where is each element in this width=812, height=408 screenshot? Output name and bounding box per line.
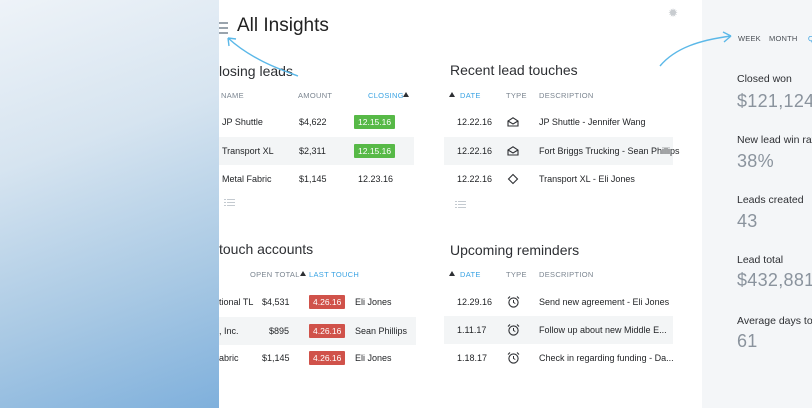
touch-description: Transport XL - Eli Jones	[539, 174, 635, 184]
account-name: abric	[219, 353, 239, 363]
lead-name: Transport XL	[222, 146, 274, 156]
tab-quarter[interactable]: Q	[808, 34, 812, 43]
account-name: , Inc.	[219, 326, 239, 336]
touch-date: 12.22.16	[457, 146, 493, 156]
touch-description: Fort Briggs Trucking - Sean Phillips	[539, 146, 680, 156]
envelope-open-icon	[507, 117, 519, 127]
alarm-clock-icon	[507, 296, 520, 308]
col-type[interactable]: TYPE	[506, 91, 527, 100]
table-row[interactable]: 12.22.16 JP Shuttle - Jennifer Wang	[444, 108, 673, 136]
metric-label-closed-won: Closed won	[737, 73, 792, 85]
metric-label-leads-created: Leads created	[737, 194, 804, 206]
lead-amount: $4,622	[299, 117, 327, 127]
lead-amount: $2,311	[299, 146, 326, 156]
reminder-date: 1.18.17	[457, 353, 488, 363]
table-row[interactable]: JP Shuttle $4,622 12.15.16	[219, 108, 414, 136]
tab-month[interactable]: MONTH	[769, 34, 798, 43]
touch-date: 12.22.16	[457, 117, 493, 127]
lead-amount: $1,145	[299, 174, 327, 184]
tab-week[interactable]: WEEK	[738, 34, 761, 43]
metric-value-leads-created: 43	[737, 211, 758, 231]
list-view-icon[interactable]	[224, 199, 235, 207]
reminder-description: Send new agreement - Eli Jones	[539, 297, 670, 307]
annotation-arrow-icon	[659, 31, 732, 67]
closing-date-badge: 12.15.16	[354, 144, 396, 158]
last-touch-badge: 4.26.16	[309, 324, 346, 338]
reminders-title: Upcoming reminders	[450, 242, 580, 258]
alarm-clock-icon	[507, 324, 520, 336]
table-row[interactable]: 12.22.16 Transport XL - Eli Jones	[444, 165, 673, 193]
open-total: $4,531	[262, 297, 290, 307]
lead-name: JP Shuttle	[222, 117, 263, 127]
contact-name: Sean Phillips	[355, 326, 408, 336]
table-row[interactable]: 12.22.16 Fort Briggs Trucking - Sean Phi…	[444, 137, 680, 165]
contact-name: Eli Jones	[355, 353, 392, 363]
metric-label-win-rate: New lead win rat	[737, 134, 812, 146]
sort-asc-icon[interactable]	[449, 271, 455, 276]
col-type[interactable]: TYPE	[506, 270, 527, 279]
reminder-date: 1.11.17	[457, 325, 487, 335]
background-gradient	[0, 0, 219, 408]
metric-label-avg-days: Average days to c	[737, 315, 812, 327]
alarm-clock-icon	[507, 352, 520, 364]
open-total: $1,145	[262, 353, 290, 363]
account-name: tional TL	[219, 297, 254, 307]
list-view-icon[interactable]	[455, 201, 466, 209]
col-closing[interactable]: CLOSING	[368, 91, 404, 100]
tag-icon	[507, 173, 519, 185]
reminder-description: Check in regarding funding - Da...	[539, 353, 674, 363]
touch-date: 12.22.16	[457, 174, 493, 184]
table-row[interactable]: Metal Fabric $1,145 12.23.16	[219, 165, 414, 193]
col-date[interactable]: DATE	[460, 270, 481, 279]
closing-date-badge: 12.15.16	[354, 115, 396, 129]
lead-name: Metal Fabric	[222, 174, 272, 184]
last-touch-badge: 4.26.16	[309, 351, 346, 365]
table-row[interactable]: tional TL $4,531 4.26.16 Eli Jones	[219, 288, 416, 316]
col-description[interactable]: DESCRIPTION	[539, 91, 594, 100]
col-open-total[interactable]: OPEN TOTAL	[250, 270, 300, 279]
metric-value-closed-won: $121,124	[737, 91, 812, 111]
reminder-description: Follow up about new Middle E...	[539, 325, 667, 335]
table-row[interactable]: 1.11.17 Follow up about new Middle E...	[444, 316, 673, 344]
sort-asc-icon[interactable]	[300, 271, 306, 276]
closing-date: 12.23.16	[358, 174, 394, 184]
recent-touches-title: Recent lead touches	[450, 62, 578, 78]
sort-asc-icon[interactable]	[449, 92, 455, 97]
metric-value-lead-total: $432,881	[737, 270, 812, 290]
col-name[interactable]: NAME	[221, 91, 244, 100]
envelope-open-icon	[507, 146, 519, 156]
table-row[interactable]: 12.29.16 Send new agreement - Eli Jones	[444, 288, 673, 316]
col-amount[interactable]: AMOUNT	[298, 91, 332, 100]
last-touch-badge: 4.26.16	[309, 295, 346, 309]
metric-value-avg-days: 61	[737, 331, 758, 351]
col-date[interactable]: DATE	[460, 91, 481, 100]
table-row[interactable]: abric $1,145 4.26.16 Eli Jones	[219, 344, 416, 372]
touch-accounts-title: touch accounts	[219, 241, 314, 257]
reminder-date: 12.29.16	[457, 297, 493, 307]
sort-asc-icon[interactable]	[403, 92, 409, 97]
table-row[interactable]: 1.18.17 Check in regarding funding - Da.…	[444, 344, 674, 372]
col-last-touch[interactable]: LAST TOUCH	[309, 270, 359, 279]
metric-value-win-rate: 38%	[737, 151, 774, 171]
touch-description: JP Shuttle - Jennifer Wang	[539, 117, 646, 127]
col-description[interactable]: DESCRIPTION	[539, 270, 594, 279]
table-row[interactable]: Transport XL $2,311 12.15.16	[219, 137, 414, 165]
annotation-arrow-icon	[227, 37, 299, 77]
contact-name: Eli Jones	[355, 297, 392, 307]
gear-icon[interactable]: ✹	[668, 7, 678, 19]
metric-label-lead-total: Lead total	[737, 254, 784, 266]
open-total: $895	[269, 326, 290, 336]
table-row[interactable]: , Inc. $895 4.26.16 Sean Phillips	[219, 317, 416, 345]
